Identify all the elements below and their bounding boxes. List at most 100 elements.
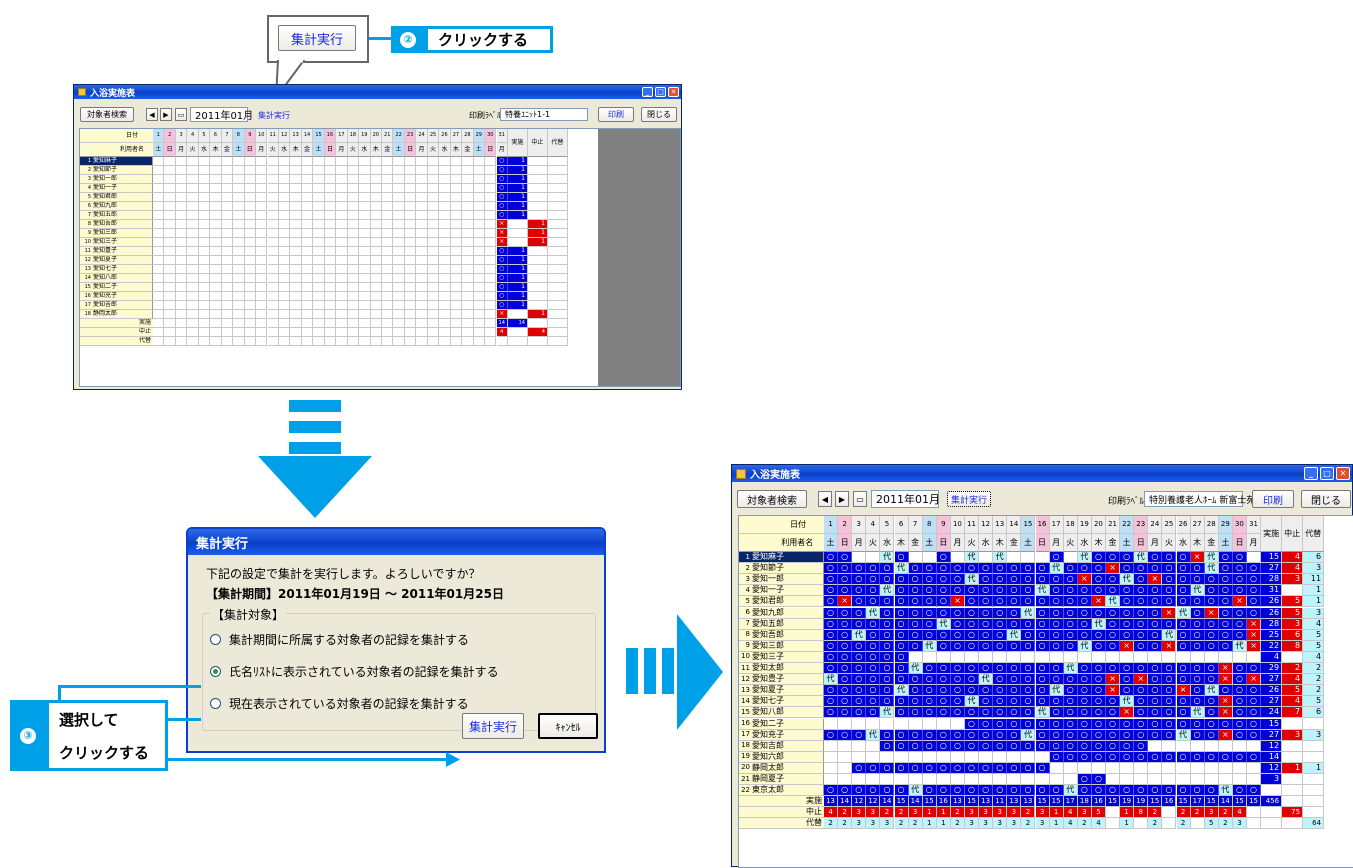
record-cell xyxy=(164,220,176,229)
run-aggregate-button[interactable]: 集計実行 xyxy=(947,491,991,507)
weekday-header: 木 xyxy=(993,534,1008,552)
record-cell xyxy=(221,175,234,184)
record-cell xyxy=(256,310,268,319)
summary-total xyxy=(1303,796,1325,808)
next-month-button[interactable]: ▶ xyxy=(160,108,172,121)
option-current-users[interactable]: 現在表示されている対象者の記録を集計する xyxy=(210,695,469,712)
summary-cell: 3 xyxy=(993,818,1008,830)
record-cell xyxy=(256,229,268,238)
record-cell xyxy=(393,193,405,202)
close-button[interactable]: 閉じる xyxy=(641,107,677,122)
option-list-users[interactable]: 氏名ﾘｽﾄに表示されている対象者の記録を集計する xyxy=(210,663,499,680)
record-cell: ○ xyxy=(1091,707,1106,719)
day-header: 26 xyxy=(1176,516,1191,534)
record-cell: ○ xyxy=(1134,696,1149,708)
record-cell xyxy=(244,220,257,229)
prev-month-button[interactable]: ◀ xyxy=(146,108,158,121)
run-aggregate-button[interactable]: 集計実行 xyxy=(258,110,290,121)
record-cell xyxy=(313,166,325,175)
close-icon[interactable]: ✕ xyxy=(668,87,679,97)
summary-cell xyxy=(153,319,165,328)
summary-cell: 17 xyxy=(1063,796,1078,808)
record-cell xyxy=(439,211,451,220)
maximize-icon[interactable]: □ xyxy=(655,87,666,97)
record-cell: ○ xyxy=(866,640,881,652)
month-field[interactable]: 2011年01月 xyxy=(871,490,940,508)
record-cell xyxy=(1106,762,1121,774)
record-cell xyxy=(416,283,428,292)
minimize-icon[interactable]: _ xyxy=(1304,467,1318,480)
day-header: 2 xyxy=(164,129,176,143)
done-count xyxy=(507,238,528,247)
record-cell xyxy=(1204,740,1219,752)
record-cell: 代 xyxy=(965,552,980,564)
record-cell: ○ xyxy=(1204,718,1219,730)
user-name: 愛知八郎 xyxy=(93,274,153,283)
record-cell: ○ xyxy=(1091,663,1106,675)
dialog-cancel-button[interactable]: ｷｬﾝｾﾙ xyxy=(538,713,598,739)
dialog-ok-button[interactable]: 集計実行 xyxy=(462,713,524,739)
summary-cell xyxy=(370,319,382,328)
sub-count xyxy=(547,175,568,184)
sub-count xyxy=(547,193,568,202)
next-month-button[interactable]: ▶ xyxy=(835,491,849,507)
record-cell: 代 xyxy=(1021,607,1036,619)
record-cell xyxy=(404,184,417,193)
record-cell: 代 xyxy=(1232,640,1247,652)
search-user-button[interactable]: 対象者検索 xyxy=(80,107,134,122)
print-button[interactable]: 印刷 xyxy=(598,107,634,122)
row-number: 19 xyxy=(739,751,752,763)
print-button[interactable]: 印刷 xyxy=(1252,490,1294,508)
sub-count xyxy=(547,256,568,265)
print-label-field[interactable]: 特養ﾕﾆｯﾄ1-1 xyxy=(500,108,588,121)
record-cell xyxy=(313,184,325,193)
summary-cell xyxy=(382,328,394,337)
record-cell: ○ xyxy=(1162,574,1177,586)
record-cell: ○ xyxy=(965,663,980,675)
record-cell xyxy=(164,292,176,301)
record-cell xyxy=(404,238,417,247)
print-label-field[interactable]: 特別養護老人ﾎｰﾑ 新富士苑 xyxy=(1144,491,1255,507)
record-cell: ○ xyxy=(496,193,508,202)
record-cell: ○ xyxy=(922,740,937,752)
record-cell xyxy=(485,220,497,229)
summary-cell xyxy=(233,319,245,328)
record-cell: ○ xyxy=(852,596,867,608)
record-cell: ○ xyxy=(1106,618,1121,630)
summary-cell: 13 xyxy=(1007,796,1022,808)
record-cell: ○ xyxy=(922,585,937,597)
calendar-icon[interactable]: ▭ xyxy=(853,491,867,507)
record-cell: ○ xyxy=(936,640,951,652)
day-header: 21 xyxy=(382,129,394,143)
minimize-icon[interactable]: _ xyxy=(642,87,653,97)
record-cell: ○ xyxy=(1021,785,1036,797)
record-cell: ○ xyxy=(1204,696,1219,708)
record-cell: ○ xyxy=(1035,618,1050,630)
prev-month-button[interactable]: ◀ xyxy=(818,491,832,507)
sub-count: 5 xyxy=(1303,629,1325,641)
maximize-icon[interactable]: □ xyxy=(1320,467,1334,480)
search-user-button[interactable]: 対象者検索 xyxy=(737,490,807,508)
month-field[interactable]: 2011年01月 xyxy=(190,107,253,122)
record-cell: ○ xyxy=(1007,563,1022,575)
record-cell: 代 xyxy=(1077,640,1092,652)
summary-total xyxy=(527,337,548,346)
day-header: 8 xyxy=(922,516,937,534)
done-count: 14 xyxy=(1261,751,1283,763)
calendar-icon[interactable]: ▭ xyxy=(175,108,187,121)
record-cell: ○ xyxy=(1162,785,1177,797)
summary-cell xyxy=(278,328,291,337)
record-cell xyxy=(485,157,497,166)
close-icon[interactable]: ✕ xyxy=(1336,467,1350,480)
option-period-users[interactable]: 集計期間に所属する対象者の記録を集計する xyxy=(210,631,469,648)
record-cell: ○ xyxy=(1190,751,1205,763)
radio-icon xyxy=(210,634,221,645)
close-button[interactable]: 閉じる xyxy=(1301,490,1351,508)
day-header: 19 xyxy=(1077,516,1092,534)
record-cell: ○ xyxy=(1091,574,1106,586)
record-cell: ○ xyxy=(1120,718,1135,730)
record-cell: ○ xyxy=(838,629,853,641)
summary-cell: 15 xyxy=(1035,796,1050,808)
record-cell: ○ xyxy=(1091,640,1106,652)
record-cell xyxy=(347,220,360,229)
